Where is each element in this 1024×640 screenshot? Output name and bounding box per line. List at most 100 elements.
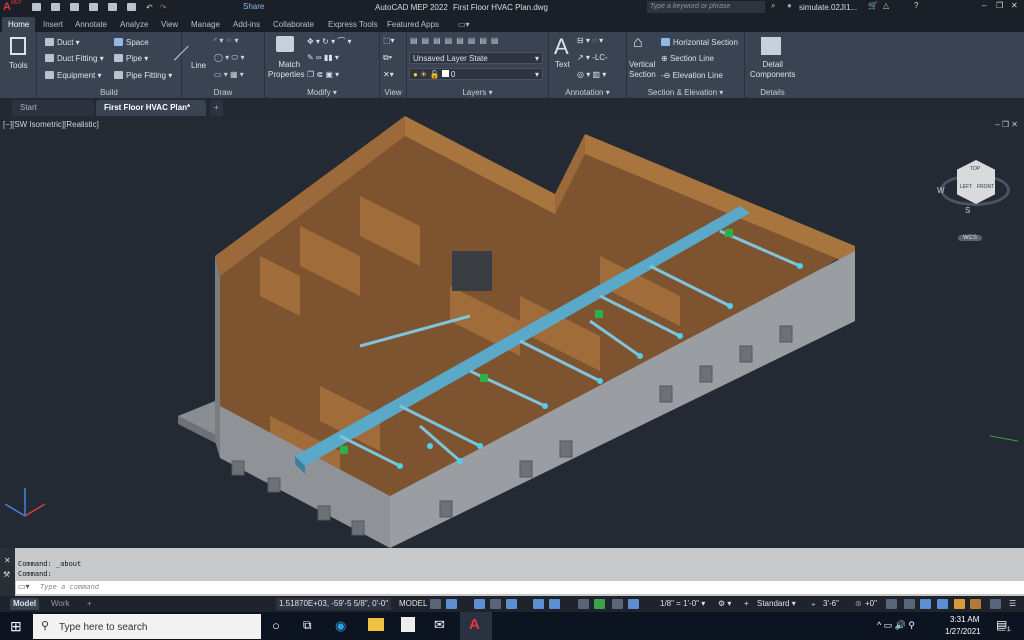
print-icon[interactable] xyxy=(127,3,136,11)
customization-menu-icon[interactable]: ☰ xyxy=(1006,598,1019,610)
viewport-icon[interactable]: ⧉▾ xyxy=(383,53,392,63)
cortana-icon[interactable]: ○ xyxy=(272,618,280,633)
clock-time[interactable]: 3:31 AM xyxy=(950,615,979,624)
model-space-button[interactable]: MODEL xyxy=(396,598,430,610)
compass-west[interactable]: W xyxy=(937,186,945,195)
drawing-viewport[interactable]: [−][SW Isometric][Realistic] – ❐ ✕ TOP L… xyxy=(0,116,1024,548)
undo-icon[interactable]: ↶ xyxy=(146,3,153,12)
redo-icon[interactable]: ↷ xyxy=(160,3,167,12)
tools-icon[interactable] xyxy=(10,37,26,55)
fullscreen-icon[interactable] xyxy=(990,599,1001,609)
horizontal-section-button[interactable]: Horizontal Section xyxy=(661,38,738,47)
text-button[interactable]: Text xyxy=(555,60,570,69)
tab-first-floor-hvac-plan[interactable]: First Floor HVAC Plan* ✕ xyxy=(96,100,206,128)
coordinates-readout[interactable]: 1.51870E+03, -59'-5 5/8", 0'-0" xyxy=(276,598,392,610)
annotation-visibility-icon[interactable] xyxy=(612,599,623,609)
style-dropdown[interactable]: Standard ▾ xyxy=(754,598,799,610)
viewcube-left[interactable]: LEFT xyxy=(960,184,972,190)
close-icon[interactable]: ✕ xyxy=(1011,1,1018,10)
isolate-icon[interactable] xyxy=(886,599,897,609)
system-tray-icons[interactable]: ^ ▭ 🔊 ⚲ xyxy=(877,620,915,631)
duct-button[interactable]: Duct ▾ xyxy=(45,38,80,47)
plot-icon[interactable] xyxy=(108,3,117,11)
tab-featured-apps[interactable]: Featured Apps xyxy=(381,17,445,32)
section-line-button[interactable]: ⊕ Section Line xyxy=(661,54,714,63)
command-input[interactable]: ▭▾ Type a command xyxy=(16,581,1024,594)
mail-icon[interactable]: ✉ xyxy=(434,617,445,633)
annotation-scale-dropdown[interactable]: 1/8" = 1'-0" ▾ xyxy=(657,598,708,610)
modify-panel-label[interactable]: Modify ▾ xyxy=(265,88,379,97)
units-icon[interactable] xyxy=(970,599,981,609)
offset-value[interactable]: +0" xyxy=(862,598,880,610)
viewcube[interactable]: TOP LEFT FRONT W S xyxy=(935,156,1015,226)
arc-icon[interactable]: ◜ ▾ ⁘ ▾ xyxy=(214,36,239,45)
cart-icon[interactable]: 🛒 xyxy=(868,1,878,10)
leader-icon[interactable]: ↗ ▾ -LC- xyxy=(577,53,608,62)
tab-analyze[interactable]: Analyze xyxy=(114,17,154,32)
pipe-button[interactable]: Pipe ▾ xyxy=(114,54,148,63)
selection-cycling-icon[interactable] xyxy=(954,599,965,609)
customize-icon[interactable]: ⚒ xyxy=(3,570,10,579)
tab-home[interactable]: Home xyxy=(2,17,36,32)
autodesk-icon[interactable]: △ xyxy=(883,1,889,10)
polar-icon[interactable] xyxy=(506,599,517,609)
file-explorer-icon[interactable] xyxy=(368,618,384,631)
match-properties-button[interactable]: Match Properties xyxy=(268,60,304,80)
elevation-line-button[interactable]: -⊖ Elevation Line xyxy=(661,71,723,80)
ribbon-options-icon[interactable]: ▭▾ xyxy=(452,17,476,32)
restore-icon[interactable]: ❐ xyxy=(996,1,1003,10)
hardware-acceleration-icon[interactable] xyxy=(904,599,915,609)
wcs-menu[interactable]: WCS xyxy=(958,235,982,241)
open-icon[interactable] xyxy=(51,3,60,11)
auto-scale-icon[interactable] xyxy=(628,599,639,609)
layer-tools-icons[interactable]: ▤▤▤▤▤▤▤▤ xyxy=(410,36,502,45)
ortho-icon[interactable] xyxy=(490,599,501,609)
rectangle-icon[interactable]: ▭ ▾ ▦ ▾ xyxy=(214,70,244,79)
table-icon[interactable]: ◎ ▾ ▥ ▾ xyxy=(577,70,606,79)
windows-start-icon[interactable]: ⊞ xyxy=(10,618,22,635)
viewcube-top[interactable]: TOP xyxy=(970,166,980,172)
command-recent-icon[interactable]: ▭▾ xyxy=(18,582,30,591)
tab-work-layout[interactable]: Work xyxy=(48,598,73,610)
snap-icon[interactable] xyxy=(446,599,457,609)
annotation-panel-label[interactable]: Annotation ▾ xyxy=(549,88,626,97)
edge-icon[interactable]: ◉ xyxy=(335,618,346,634)
clean-screen-icon[interactable] xyxy=(920,599,931,609)
dynamic-input-icon[interactable] xyxy=(474,599,485,609)
task-view-icon[interactable]: ⧉ xyxy=(303,618,312,633)
autocad-taskbar-button[interactable]: A xyxy=(460,612,492,640)
store-icon[interactable] xyxy=(401,617,415,632)
add-layout-button[interactable]: + xyxy=(84,598,95,610)
grid-icon[interactable] xyxy=(430,599,441,609)
tab-view[interactable]: View xyxy=(155,17,184,32)
vertical-section-button[interactable]: Vertical Section xyxy=(629,60,656,80)
elevation-value[interactable]: 3'-6" xyxy=(820,598,842,610)
layer-dropdown[interactable]: ● ☀ 🔓 0 ▾ xyxy=(409,68,543,80)
compass-south[interactable]: S xyxy=(965,206,970,215)
command-line-handle[interactable]: ✕ ⚒ xyxy=(0,548,15,596)
quick-properties-icon[interactable] xyxy=(937,599,948,609)
app-logo[interactable]: A xyxy=(3,1,11,13)
tab-insert[interactable]: Insert xyxy=(37,17,69,32)
object-snap-icon[interactable] xyxy=(549,599,560,609)
dimension-icon[interactable]: ⊟ ▾ ◌ ▾ xyxy=(577,36,603,45)
add-icon[interactable]: + xyxy=(741,598,752,610)
lineweight-icon[interactable] xyxy=(578,599,589,609)
tab-collaborate[interactable]: Collaborate xyxy=(267,17,320,32)
space-button[interactable]: Space xyxy=(114,38,149,47)
tab-annotate[interactable]: Annotate xyxy=(69,17,113,32)
save-icon[interactable] xyxy=(70,3,79,11)
tools-button[interactable]: Tools xyxy=(9,61,28,70)
transparency-icon[interactable] xyxy=(594,599,605,609)
section-elevation-panel-label[interactable]: Section & Elevation ▾ xyxy=(627,88,744,97)
help-search-input[interactable]: Type a keyword or phrase xyxy=(647,1,765,13)
duct-fitting-button[interactable]: Duct Fitting ▾ xyxy=(45,54,104,63)
new-icon[interactable] xyxy=(32,3,41,11)
user-account[interactable]: simulate.02JI1... xyxy=(799,3,857,12)
layers-panel-label[interactable]: Layers ▾ xyxy=(407,88,548,97)
erase-icon[interactable]: ✎ ∞ ▮▮ ▾ xyxy=(307,53,339,62)
tab-add-ins[interactable]: Add-ins xyxy=(227,17,266,32)
share-button[interactable]: Share xyxy=(243,2,264,11)
new-tab-button[interactable]: + xyxy=(210,100,223,116)
equipment-button[interactable]: Equipment ▾ xyxy=(45,71,102,80)
